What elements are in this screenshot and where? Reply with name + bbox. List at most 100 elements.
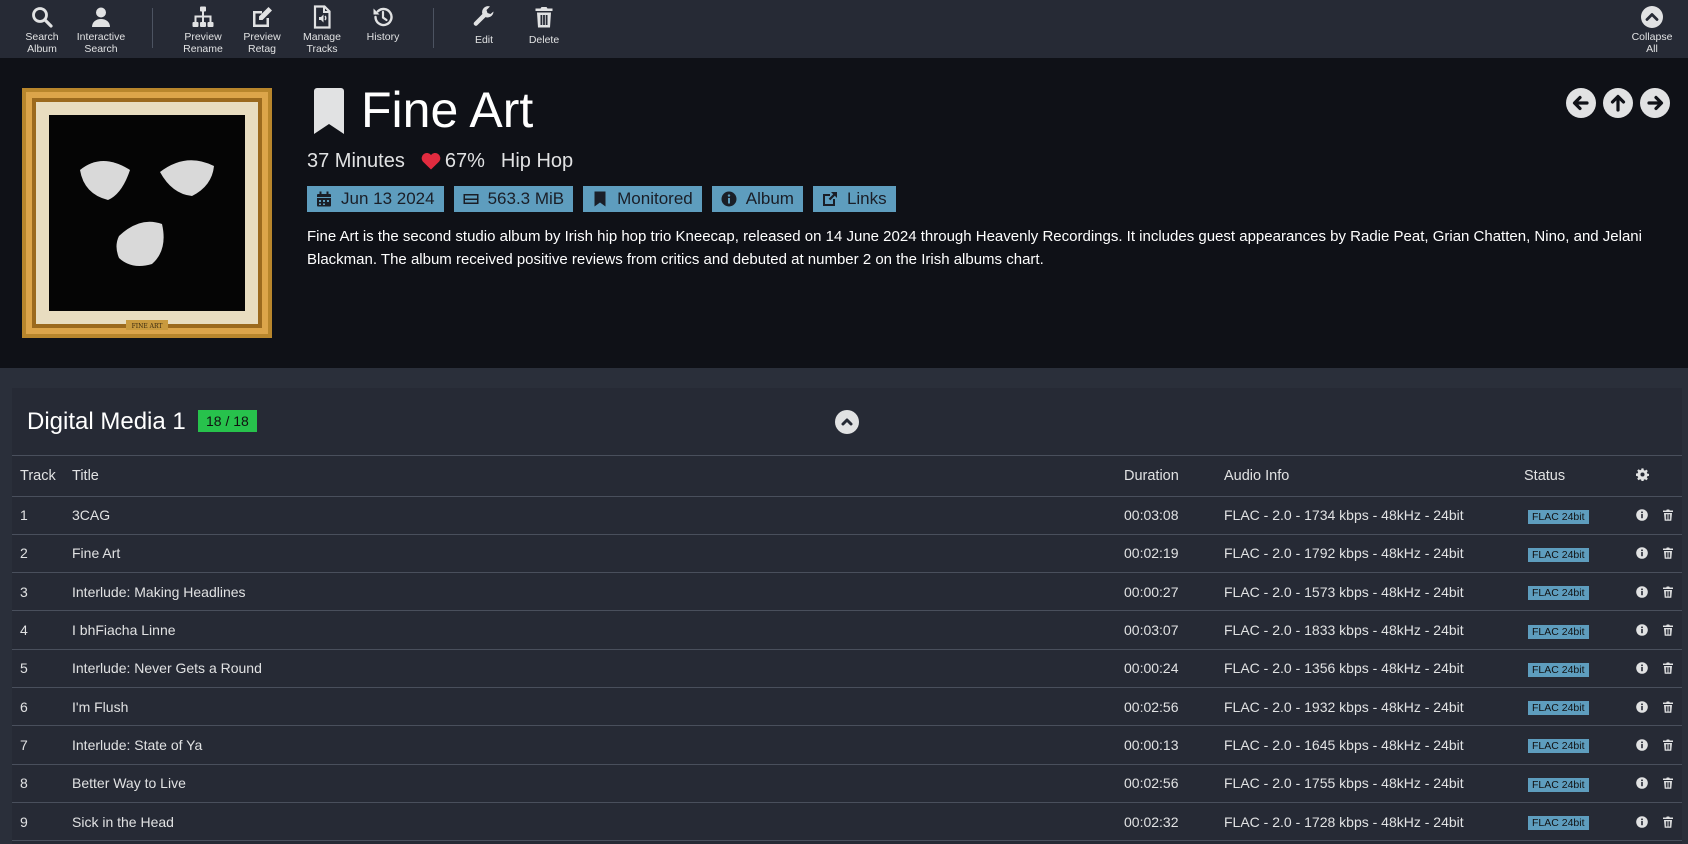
delete-label: Delete (528, 34, 560, 46)
table-row: 3 Interlude: Making Headlines 00:00:27 FLAC… (12, 572, 1682, 612)
trash-icon[interactable] (1662, 662, 1674, 675)
info-icon[interactable] (1636, 585, 1648, 598)
column-header-title[interactable]: Title (64, 457, 1116, 497)
status-badge: FLAC 24bit (1528, 816, 1589, 831)
track-status-cell: FLAC 24bit (1516, 572, 1622, 612)
toolbar: Search Album Interactive Search Preview Ren… (0, 0, 1688, 58)
interactive-search-button[interactable]: Interactive Search (71, 5, 131, 55)
track-status-cell: FLAC 24bit (1516, 687, 1622, 727)
manage-tracks-button[interactable]: Manage Tracks (292, 5, 352, 55)
info-icon[interactable] (1636, 547, 1648, 560)
track-actions (1622, 725, 1682, 765)
track-title: I'm Flush (64, 687, 1116, 727)
search-album-button[interactable]: Search Album (12, 5, 72, 55)
column-header-duration[interactable]: Duration (1116, 457, 1216, 497)
preview-rename-button[interactable]: Preview Rename (173, 5, 233, 55)
trash-icon[interactable] (1662, 739, 1674, 751)
track-title: Interlude: State of Ya (64, 725, 1116, 765)
status-badge: FLAC 24bit (1528, 662, 1589, 677)
track-status-cell: FLAC 24bit (1516, 649, 1622, 688)
monitored-tag[interactable]: Monitored (583, 186, 702, 212)
track-status-cell: FLAC 24bit (1516, 534, 1622, 574)
trash-icon[interactable] (1662, 547, 1674, 560)
info-icon[interactable] (1636, 739, 1648, 751)
manage-tracks-label: Manage Tracks (303, 31, 341, 55)
bookmark-icon[interactable] (312, 88, 346, 134)
info-icon[interactable] (1636, 815, 1648, 828)
table-row: 1 3CAG 00:03:08 FLAC - 2.0 - 1734 kbps - 48… (12, 496, 1682, 535)
history-icon (373, 7, 393, 27)
table-row: 9 Sick in the Head 00:02:32 FLAC - 2.0 - 17… (12, 802, 1682, 842)
album-title: Fine Art (361, 82, 534, 138)
medium-header[interactable]: Digital Media 1 18 / 18 (12, 388, 1682, 456)
info-icon[interactable] (1636, 662, 1648, 675)
track-audio-info: FLAC - 2.0 - 1833 kbps - 48kHz - 24bit (1216, 610, 1516, 650)
track-audio-info: FLAC - 2.0 - 1645 kbps - 48kHz - 24bit (1216, 725, 1516, 765)
track-duration: 00:03:08 (1116, 496, 1216, 535)
links-tag[interactable]: Links (812, 186, 896, 212)
album-header: FINE ART Fine Art 37 Minutes 67% Hip Hop… (0, 58, 1688, 368)
preview-rename-label: Preview Rename (183, 31, 223, 55)
delete-button[interactable]: Delete (514, 5, 574, 47)
bookmark-small-icon (594, 191, 606, 207)
trash-icon[interactable] (1662, 816, 1674, 828)
edit-button[interactable]: Edit (454, 5, 514, 47)
collapse-medium-button[interactable] (835, 410, 859, 434)
track-title: 3CAG (64, 496, 1116, 535)
info-icon[interactable] (1636, 509, 1648, 521)
column-header-track[interactable]: Track (12, 457, 64, 497)
track-number: 7 (12, 725, 64, 765)
track-title: Better Way to Live (64, 764, 1116, 803)
previous-album-button[interactable] (1566, 88, 1596, 118)
track-actions (1622, 610, 1682, 650)
info-icon[interactable] (1636, 777, 1648, 790)
track-status-cell: FLAC 24bit (1516, 802, 1622, 842)
table-header-row: Track Title Duration Audio Info Status (12, 457, 1682, 497)
album-tags: Jun 13 2024 563.3 MiB Monitored Album Li… (307, 186, 896, 212)
track-duration: 00:00:13 (1116, 725, 1216, 765)
track-duration: 00:02:56 (1116, 687, 1216, 727)
svg-text:FINE ART: FINE ART (132, 323, 163, 330)
search-album-label: Search Album (25, 31, 59, 55)
trash-icon[interactable] (1662, 509, 1674, 521)
trash-icon[interactable] (1662, 586, 1674, 598)
external-link-icon (822, 192, 837, 206)
track-actions (1622, 802, 1682, 842)
interactive-search-label: Interactive Search (76, 31, 126, 55)
arrow-up-icon (1610, 94, 1626, 112)
table-row: 6 I'm Flush 00:02:56 FLAC - 2.0 - 1932 kbps… (12, 687, 1682, 727)
track-number: 3 (12, 572, 64, 612)
track-number: 9 (12, 802, 64, 842)
heart-icon (421, 153, 441, 170)
status-badge: FLAC 24bit (1528, 701, 1589, 716)
history-button[interactable]: History (353, 5, 413, 44)
status-badge: FLAC 24bit (1528, 777, 1589, 792)
info-icon[interactable] (1636, 700, 1648, 713)
trash-icon[interactable] (1662, 777, 1674, 790)
trash-icon[interactable] (1662, 701, 1674, 713)
arrow-right-icon (1647, 95, 1664, 111)
preview-retag-button[interactable]: Preview Retag (232, 5, 292, 55)
trash-icon[interactable] (1662, 624, 1674, 636)
track-number: 6 (12, 687, 64, 727)
track-audio-info: FLAC - 2.0 - 1573 kbps - 48kHz - 24bit (1216, 572, 1516, 612)
track-duration: 00:00:24 (1116, 649, 1216, 688)
user-icon (92, 7, 110, 27)
track-status-cell: FLAC 24bit (1516, 764, 1622, 803)
column-header-audio-info: Audio Info (1216, 457, 1516, 497)
status-badge: FLAC 24bit (1528, 739, 1589, 754)
table-options-cell (1622, 457, 1682, 497)
collapse-all-button[interactable]: Collapse All (1622, 5, 1682, 55)
arrow-left-icon (1572, 95, 1589, 111)
go-to-artist-button[interactable] (1603, 88, 1633, 118)
gear-icon[interactable] (1636, 468, 1649, 482)
album-rating: 67% (444, 149, 485, 172)
chevron-up-circle-icon (1641, 6, 1663, 28)
status-badge: FLAC 24bit (1528, 547, 1589, 562)
track-audio-info: FLAC - 2.0 - 1734 kbps - 48kHz - 24bit (1216, 496, 1516, 535)
info-icon[interactable] (1636, 624, 1648, 636)
next-album-button[interactable] (1640, 88, 1670, 118)
edit-label: Edit (474, 34, 494, 46)
info-icon (721, 191, 737, 207)
track-number: 4 (12, 610, 64, 650)
